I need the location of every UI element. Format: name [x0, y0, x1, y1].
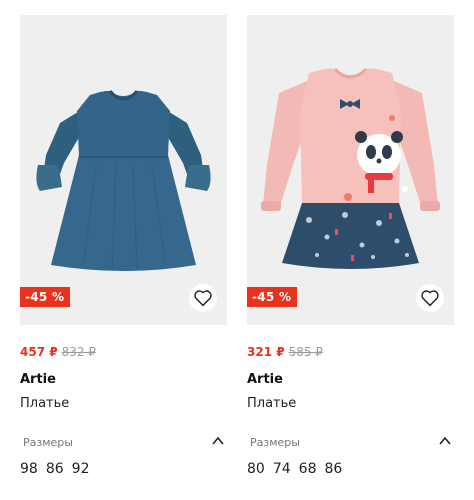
- price: 457 ₽832 ₽: [20, 345, 96, 359]
- price-old: 832 ₽: [61, 345, 96, 359]
- price-old: 585 ₽: [288, 345, 323, 359]
- size-option[interactable]: 98: [20, 461, 38, 477]
- product-image[interactable]: -45 %: [20, 15, 227, 325]
- product-image[interactable]: -45 %: [247, 15, 454, 325]
- sizes-label: Размеры: [250, 436, 300, 449]
- price: 321 ₽585 ₽: [247, 345, 323, 359]
- blue-dress-image: [36, 89, 211, 271]
- favorite-button[interactable]: [189, 284, 217, 312]
- price-current: 321 ₽: [247, 345, 285, 359]
- discount-badge: -45 %: [20, 287, 71, 307]
- sizes-list: 80 74 68 86: [247, 461, 350, 477]
- sizes-label: Размеры: [23, 436, 73, 449]
- size-option[interactable]: 68: [299, 461, 317, 477]
- size-option[interactable]: 86: [46, 461, 64, 477]
- product-card[interactable]: -45 % 321 ₽585 ₽ Artie Платье Размеры 80…: [247, 15, 454, 477]
- discount-badge: -45 %: [247, 287, 298, 307]
- product-card[interactable]: -45 % 457 ₽832 ₽ Artie Платье Размеры 98…: [20, 15, 227, 477]
- chevron-up-icon[interactable]: [438, 435, 452, 447]
- product-brand[interactable]: Artie: [20, 372, 56, 387]
- price-current: 457 ₽: [20, 345, 58, 359]
- size-option[interactable]: 92: [72, 461, 90, 477]
- product-type[interactable]: Платье: [20, 396, 69, 411]
- product-type[interactable]: Платье: [247, 396, 296, 411]
- product-brand[interactable]: Artie: [247, 372, 283, 387]
- chevron-up-icon[interactable]: [211, 435, 225, 447]
- favorite-button[interactable]: [416, 284, 444, 312]
- sizes-list: 98 86 92: [20, 461, 97, 477]
- heart-icon: [421, 290, 439, 307]
- heart-icon: [194, 290, 212, 307]
- size-option[interactable]: 86: [324, 461, 342, 477]
- size-option[interactable]: 80: [247, 461, 265, 477]
- size-option[interactable]: 74: [273, 461, 291, 477]
- pink-panda-dress-image: [261, 67, 440, 269]
